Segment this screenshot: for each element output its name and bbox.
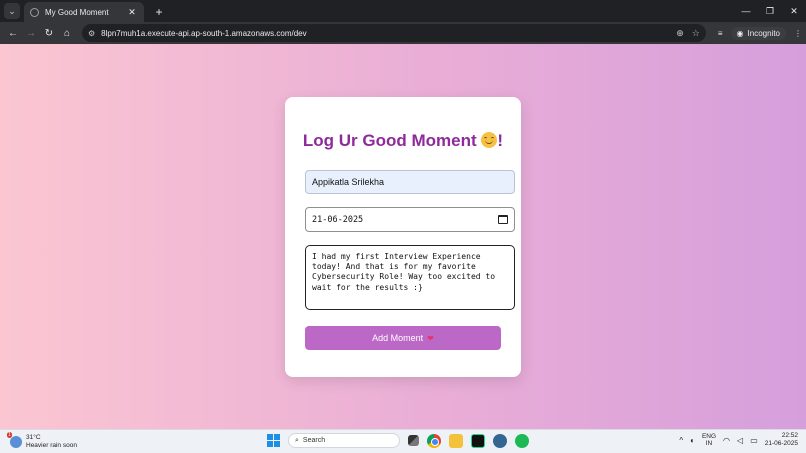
calendar-icon[interactable] <box>498 215 508 224</box>
postgresql-icon[interactable] <box>493 433 507 448</box>
forward-icon[interactable]: → <box>22 24 40 42</box>
tab-strip: ⌄ My Good Moment ✕ + — ❐ ✕ <box>0 0 806 22</box>
media-controls-icon[interactable]: ≡ <box>718 29 723 38</box>
clock-time: 22:52 <box>781 432 798 439</box>
taskbar-search[interactable]: ⌕ Search <box>288 433 400 448</box>
language-indicator[interactable]: ENG IN <box>702 433 716 448</box>
security-icon[interactable]: ◐ <box>690 436 695 445</box>
wifi-icon[interactable]: ◠ <box>723 436 730 445</box>
task-view-icon[interactable] <box>408 435 419 446</box>
minimize-icon[interactable]: — <box>734 6 758 16</box>
browser-toolbar: ← → ↻ ⌂ ⚙ 8lpn7muh1a.execute-api.ap-sout… <box>0 22 806 44</box>
heart-icon: ❤ <box>427 333 434 343</box>
menu-icon[interactable]: ⋮ <box>794 29 802 38</box>
title-suffix: ! <box>497 131 504 150</box>
spotify-icon[interactable] <box>515 433 529 448</box>
home-icon[interactable]: ⌂ <box>58 24 76 42</box>
search-icon: ⌕ <box>295 436 299 444</box>
lang-line2: IN <box>705 440 713 447</box>
reload-icon[interactable]: ↻ <box>40 24 58 42</box>
back-icon[interactable]: ← <box>4 24 22 42</box>
name-value: Appikatla Srilekha <box>312 177 385 187</box>
weather-badge: 1 <box>7 431 12 438</box>
temperature: 31°C <box>26 434 41 441</box>
clock-date: 21-06-2025 <box>764 440 798 447</box>
chrome-icon[interactable] <box>427 433 441 448</box>
chevron-down-icon: ⌄ <box>8 5 16 16</box>
window-controls: — ❐ ✕ <box>734 0 806 22</box>
incognito-badge[interactable]: ◉ Incognito <box>730 26 786 40</box>
weather-widget[interactable]: 1 31°C Heavier rain soon <box>7 431 170 449</box>
lang-line1: ENG <box>701 432 717 440</box>
add-moment-label: Add Moment <box>372 333 424 343</box>
bookmark-star-icon[interactable]: ☆ <box>692 28 700 39</box>
close-icon[interactable]: ✕ <box>126 7 138 18</box>
moment-textarea[interactable]: I had my first Interview Experience toda… <box>305 245 515 310</box>
weather-icon: 1 <box>7 431 22 448</box>
date-input[interactable]: 21-06-2025 <box>305 207 515 232</box>
page-title: Log Ur Good Moment ! <box>285 131 521 151</box>
chevron-up-icon[interactable]: ^ <box>679 436 683 445</box>
volume-icon[interactable]: ◁ <box>737 436 743 445</box>
add-moment-button[interactable]: Add Moment ❤ <box>305 326 501 350</box>
search-placeholder: Search <box>302 437 326 444</box>
moment-card: Log Ur Good Moment ! Appikatla Srilekha … <box>285 97 521 377</box>
url-text: 8lpn7muh1a.execute-api.ap-south-1.amazon… <box>101 28 307 38</box>
address-bar[interactable]: ⚙ 8lpn7muh1a.execute-api.ap-south-1.amaz… <box>82 24 706 42</box>
page-viewport: Log Ur Good Moment ! Appikatla Srilekha … <box>0 44 806 429</box>
title-text: Log Ur Good Moment <box>302 131 477 150</box>
close-window-icon[interactable]: ✕ <box>782 6 806 17</box>
file-explorer-icon[interactable] <box>449 433 463 448</box>
taskbar-apps: ⌕ Search <box>267 433 529 448</box>
windows-start-icon[interactable] <box>267 434 280 447</box>
system-tray: ^ ◐ ENG IN ◠ ◁ ▭ 22:52 21-06-2025 <box>679 432 798 448</box>
incognito-icon: ◉ <box>736 28 744 38</box>
incognito-label: Incognito <box>747 28 780 38</box>
battery-icon[interactable]: ▭ <box>750 436 758 445</box>
pycharm-icon[interactable] <box>471 433 485 448</box>
date-value: 21-06-2025 <box>312 214 364 225</box>
restore-icon[interactable]: ❐ <box>758 6 782 17</box>
favicon-icon <box>30 7 39 17</box>
smiling-face-icon <box>481 132 498 148</box>
weather-desc: Heavier rain soon <box>26 441 77 449</box>
tab-my-good-moment[interactable]: My Good Moment ✕ <box>24 2 144 22</box>
tab-title: My Good Moment <box>45 7 109 17</box>
name-input[interactable]: Appikatla Srilekha <box>305 170 515 194</box>
zoom-icon[interactable]: ⊕ <box>676 28 684 39</box>
new-tab-button[interactable]: + <box>152 5 166 19</box>
taskbar: 1 31°C Heavier rain soon ⌕ Search ^ ◐ EN… <box>0 429 806 453</box>
tab-search-button[interactable]: ⌄ <box>4 3 20 19</box>
site-info-icon[interactable]: ⚙ <box>88 29 95 38</box>
clock[interactable]: 22:52 21-06-2025 <box>765 432 798 448</box>
